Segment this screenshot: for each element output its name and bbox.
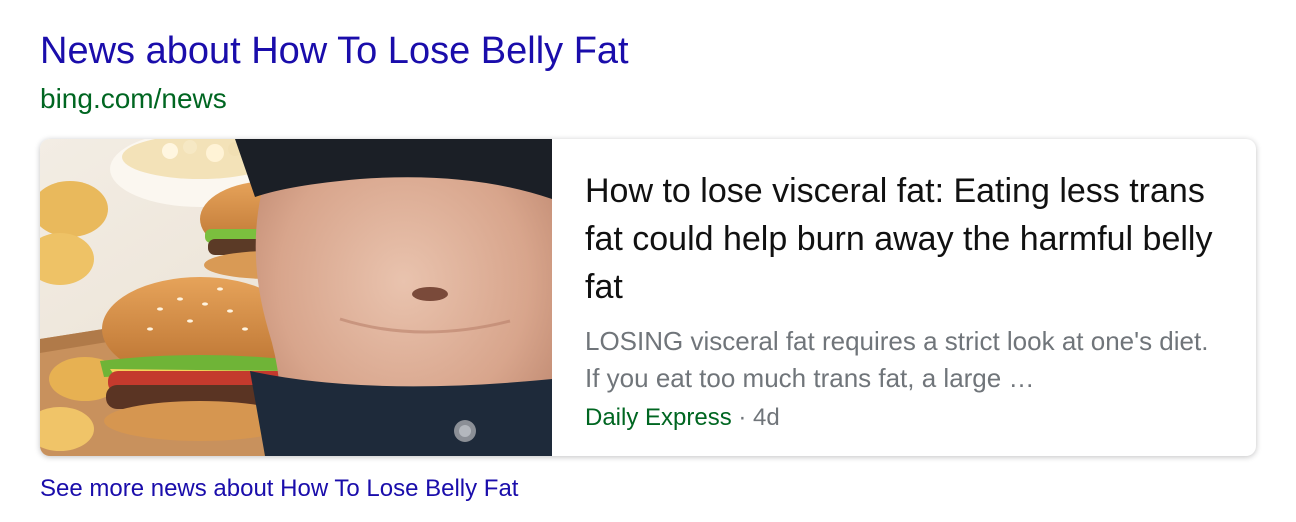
news-article-card[interactable]: How to lose visceral fat: Eating less tr…	[40, 139, 1256, 456]
news-source-url: bing.com/news	[40, 83, 227, 114]
see-more-news-link[interactable]: See more news about How To Lose Belly Fa…	[40, 474, 518, 504]
meta-separator: ·	[731, 404, 754, 431]
article-meta: Daily Express · 4d	[585, 403, 1225, 433]
article-headline[interactable]: How to lose visceral fat: Eating less tr…	[585, 167, 1225, 311]
article-text: How to lose visceral fat: Eating less tr…	[585, 167, 1225, 433]
news-results-panel: News about How To Lose Belly Fat bing.co…	[0, 0, 1296, 522]
belly-and-burger-photo-icon	[40, 139, 552, 456]
article-snippet: LOSING visceral fat requires a strict lo…	[585, 326, 1209, 393]
article-source: Daily Express	[585, 404, 732, 431]
article-thumbnail[interactable]	[40, 139, 552, 456]
news-section-title-link[interactable]: News about How To Lose Belly Fat	[40, 28, 629, 74]
article-age: 4d	[753, 404, 780, 431]
